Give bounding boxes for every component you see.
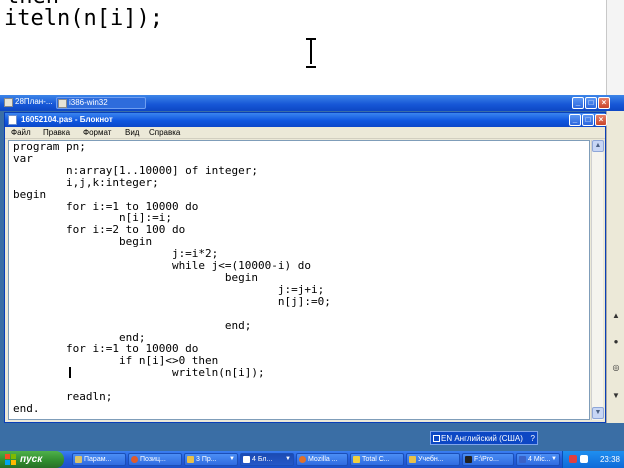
taskbar-button-label: Учебн... — [418, 456, 444, 463]
right-toolstrip: ▲ ● ◎ ▼ — [606, 111, 624, 423]
document-icon — [4, 98, 13, 107]
taskbar-button-total-commander[interactable]: Total C... — [350, 453, 404, 466]
taskbar-button-label: Total C... — [362, 456, 390, 463]
zoomed-scrollbar[interactable] — [606, 0, 624, 95]
help-icon[interactable]: ? — [531, 433, 535, 444]
menu-view[interactable]: Вид — [125, 128, 139, 138]
arrow-up-icon[interactable]: ▲ — [611, 311, 621, 321]
maximize-icon[interactable]: □ — [585, 97, 597, 109]
target-icon[interactable]: ◎ — [611, 363, 621, 373]
taskbar-button-mozilla[interactable]: Mozilla ... — [296, 453, 348, 466]
clock: 23:38 — [599, 455, 620, 464]
menu-edit[interactable]: Правка — [43, 128, 70, 138]
taskbar-button-microsoft[interactable]: 4 Mic... ▼ — [516, 453, 560, 466]
keyboard-icon — [433, 435, 440, 442]
volume-icon[interactable] — [580, 455, 588, 463]
menu-bar: Файл Правка Формат Вид Справка — [5, 127, 605, 139]
outer-tab-win32[interactable]: i386-win32 — [56, 97, 146, 109]
scroll-up-icon[interactable]: ▲ — [592, 140, 604, 152]
chrome-icon — [131, 456, 138, 463]
dropdown-arrow-icon: ▼ — [285, 456, 291, 462]
window-title: 16052104.pas - Блокнот — [21, 115, 113, 124]
maximize-icon[interactable]: □ — [582, 114, 594, 126]
folder-icon — [187, 456, 194, 463]
scroll-down-icon[interactable]: ▼ — [592, 407, 604, 419]
code-text: program pn; var n:array[1..10000] of int… — [13, 140, 331, 415]
notepad-window-controls: _ □ × — [569, 114, 607, 126]
windows-flag-icon — [5, 454, 17, 465]
vertical-scrollbar[interactable]: ▲ ▼ — [591, 140, 604, 420]
close-icon[interactable]: × — [598, 97, 610, 109]
taskbar-button-notepad[interactable]: 4 Бл... ▼ — [240, 453, 294, 466]
firefox-icon — [299, 456, 306, 463]
dropdown-arrow-icon: ▼ — [229, 456, 235, 462]
text-caret — [69, 367, 71, 378]
taskbar-button-params[interactable]: Парам... — [72, 453, 126, 466]
folder-icon — [409, 456, 416, 463]
word-icon — [519, 456, 526, 463]
dropdown-arrow-icon: ▼ — [551, 456, 557, 462]
minimize-icon[interactable]: _ — [572, 97, 584, 109]
taskbar-button-folders[interactable]: 3 Пр... ▼ — [184, 453, 238, 466]
taskbar-button-label: Парам... — [84, 456, 112, 463]
notepad-window: 16052104.pas - Блокнот _ □ × Файл Правка… — [4, 112, 607, 423]
zoomed-editor-area: then iteln(n[i]); — [0, 0, 624, 95]
taskbar-button-label: 4 Mic... — [528, 456, 551, 463]
app-icon — [75, 456, 82, 463]
zoomed-code-line: iteln(n[i]); — [4, 6, 163, 31]
start-button[interactable]: пуск — [0, 451, 64, 468]
outer-tab-label: i386-win32 — [69, 98, 108, 107]
arrow-down-icon[interactable]: ▼ — [611, 391, 621, 401]
folder-icon — [58, 99, 67, 108]
menu-file[interactable]: Файл — [11, 128, 31, 138]
text-editor[interactable]: program pn; var n:array[1..10000] of int… — [8, 140, 590, 420]
taskbar: пуск Парам... Позиц... 3 Пр... ▼ 4 Бл...… — [0, 451, 624, 468]
desktop: 28План-... i386-win32 _ □ × ▲ ● ◎ ▼ 1605… — [0, 95, 624, 451]
taskbar-button-label: Mozilla ... — [308, 456, 338, 463]
notepad-icon — [243, 456, 250, 463]
start-label: пуск — [20, 454, 43, 465]
menu-format[interactable]: Формат — [83, 128, 111, 138]
taskbar-button-console[interactable]: F:\Pro... — [462, 453, 514, 466]
taskbar-button-label: F:\Pro... — [474, 456, 499, 463]
system-tray: 23:38 — [562, 451, 624, 468]
close-icon[interactable]: × — [595, 114, 607, 126]
antivirus-icon[interactable] — [569, 455, 577, 463]
outer-tab-plan[interactable]: 28План-... — [3, 97, 55, 109]
taskbar-button-textbook[interactable]: Учебн... — [406, 453, 460, 466]
menu-help[interactable]: Справка — [149, 128, 180, 138]
total-commander-icon — [353, 456, 360, 463]
dot-icon[interactable]: ● — [611, 337, 621, 347]
minimize-icon[interactable]: _ — [569, 114, 581, 126]
language-label: EN Английский (США) — [441, 434, 523, 443]
taskbar-button-label: 4 Бл... — [252, 456, 273, 463]
taskbar-button-label: 3 Пр... — [196, 456, 217, 463]
notepad-titlebar[interactable]: 16052104.pas - Блокнот _ □ × — [5, 113, 607, 127]
taskbar-button-position[interactable]: Позиц... — [128, 453, 182, 466]
language-bar[interactable]: EN Английский (США) ? — [430, 431, 538, 445]
console-icon — [465, 456, 472, 463]
outer-tab-label: 28План-... — [15, 97, 53, 106]
i-beam-cursor-icon — [306, 38, 316, 68]
taskbar-button-label: Позиц... — [140, 456, 166, 463]
notepad-icon — [8, 115, 17, 125]
outer-window-controls: _ □ × — [572, 97, 610, 109]
outer-window-titlebar[interactable]: 28План-... i386-win32 _ □ × — [0, 95, 624, 111]
